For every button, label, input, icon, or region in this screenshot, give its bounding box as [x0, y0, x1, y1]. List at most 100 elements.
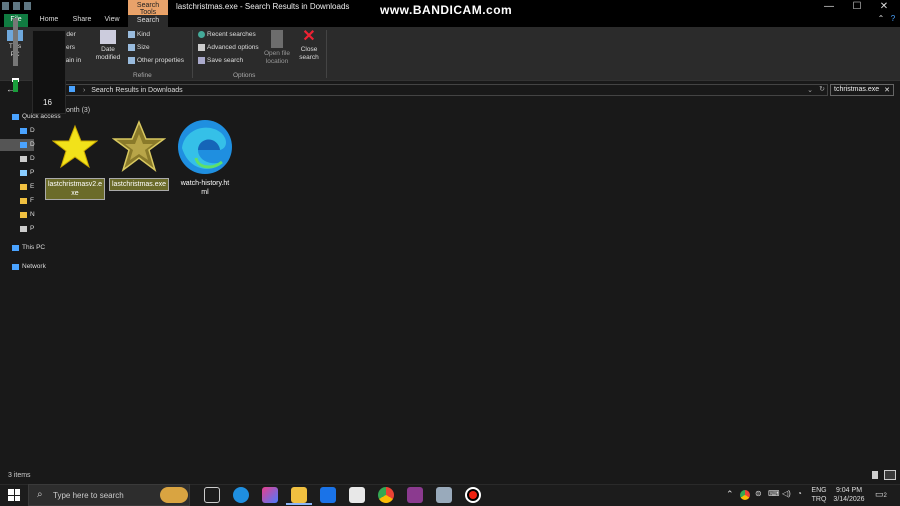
file-name: lastchristmas.exe	[108, 178, 170, 191]
star-icon	[12, 113, 19, 120]
folder-icon	[20, 197, 27, 204]
save-search-button[interactable]: Save search	[198, 57, 243, 64]
speaker-icon[interactable]: ◁)	[782, 489, 791, 498]
store-icon[interactable]	[349, 487, 365, 503]
maximize-button[interactable]: ☐	[850, 1, 864, 12]
chevron-down-icon[interactable]: ⌄	[807, 86, 813, 94]
volume-slider-fill	[13, 80, 18, 92]
kind-icon	[128, 31, 135, 38]
nav-item-downloads[interactable]: D	[20, 141, 35, 148]
app-icon	[2, 2, 9, 10]
new-folder-icon[interactable]	[24, 2, 31, 10]
input-tray-icon[interactable]: ⌨	[768, 489, 780, 498]
file-item[interactable]: watch-history.ht ml	[174, 118, 236, 198]
advanced-options-dropdown[interactable]: Advanced options	[198, 44, 259, 51]
ribbon-separator	[192, 30, 193, 78]
tab-share[interactable]: Share	[68, 14, 96, 27]
star-file-icon	[44, 118, 106, 176]
nav-item-folder[interactable]: N	[20, 211, 35, 218]
windows-start-icon[interactable]	[8, 489, 20, 501]
mail-icon[interactable]	[320, 487, 336, 503]
details-view-icon[interactable]	[872, 471, 878, 479]
document-icon	[20, 155, 27, 162]
search-results-icon	[69, 86, 75, 92]
file-name: lastchristmasv2.e xe	[44, 178, 106, 200]
active-app-indicator	[286, 503, 312, 505]
chrome-icon[interactable]	[378, 487, 394, 503]
language-indicator[interactable]: ENG TRQ	[810, 486, 828, 504]
file-item[interactable]: lastchristmas.exe	[108, 118, 170, 191]
search-input[interactable]: tchristmas.exe ✕	[830, 84, 894, 96]
size-icon	[128, 44, 135, 51]
options-group-label: Options	[233, 72, 256, 79]
nav-item-pictures[interactable]: P	[20, 169, 34, 176]
download-icon	[20, 141, 27, 148]
recent-searches-dropdown[interactable]: Recent searches	[198, 31, 256, 38]
nav-item-network[interactable]: Network	[12, 263, 46, 270]
file-explorer-icon[interactable]	[291, 487, 307, 503]
computer-icon	[12, 244, 19, 251]
refine-group-label: Refine	[133, 72, 152, 79]
clock[interactable]: 9:04 PM 3/14/2026	[832, 486, 866, 504]
search-icon: ⌕	[37, 489, 43, 500]
properties-icon	[128, 57, 135, 64]
task-view-icon[interactable]	[204, 487, 220, 503]
edge-icon[interactable]	[233, 487, 249, 503]
volume-level: 16	[43, 98, 52, 107]
desktop-icon	[20, 127, 27, 134]
group-header[interactable]: onth (3)	[66, 107, 90, 114]
refresh-icon[interactable]: ↻	[819, 85, 825, 93]
bandicam-record-icon[interactable]	[465, 487, 481, 503]
nav-item-folder[interactable]: F	[20, 197, 34, 204]
nav-item-folder[interactable]: E	[20, 183, 34, 190]
search-highlight-icon[interactable]	[160, 487, 188, 503]
tab-view[interactable]: View	[100, 14, 124, 27]
size-dropdown[interactable]: Size	[128, 44, 150, 51]
network-icon	[12, 263, 19, 270]
tab-home[interactable]: Home	[36, 14, 62, 27]
clear-search-icon[interactable]: ✕	[884, 86, 890, 94]
winrar-icon[interactable]	[407, 487, 423, 503]
folder-icon	[20, 183, 27, 190]
recent-searches-icon	[198, 31, 205, 38]
tray-chevron-up-icon[interactable]: ⌃	[726, 489, 734, 500]
help-icon[interactable]: ?	[886, 14, 900, 23]
window-title: lastchristmas.exe - Search Results in Do…	[176, 2, 350, 11]
close-search-icon: ✕	[302, 28, 316, 45]
copilot-icon[interactable]	[262, 487, 278, 503]
kind-dropdown[interactable]: Kind	[128, 31, 150, 38]
open-file-location-button[interactable]: Open file location	[262, 30, 292, 66]
date-modified-button[interactable]: Date modified	[92, 30, 124, 62]
picture-icon	[20, 169, 27, 176]
star-badge-file-icon	[108, 118, 170, 176]
breadcrumb-separator: ›	[82, 87, 86, 94]
notification-center-icon[interactable]: ▭2	[875, 489, 887, 500]
properties-icon[interactable]	[13, 2, 20, 10]
ribbon-separator	[326, 30, 327, 78]
address-bar[interactable]: › Search Results in Downloads ⌄ ↻	[64, 84, 828, 96]
app-icon[interactable]	[436, 487, 452, 503]
chrome-tray-icon[interactable]	[740, 490, 750, 500]
folder-icon	[20, 225, 27, 232]
quick-access-toolbar	[2, 2, 31, 10]
other-properties-dropdown[interactable]: Other properties	[128, 57, 184, 64]
large-icons-view-icon[interactable]	[884, 470, 896, 480]
record-dot-icon	[469, 491, 477, 499]
nav-item-this-pc[interactable]: This PC	[12, 244, 45, 251]
nav-item-desktop[interactable]: D	[20, 127, 35, 134]
status-bar	[0, 468, 900, 484]
edge-browser-icon	[174, 118, 236, 176]
file-item[interactable]: lastchristmasv2.e xe	[44, 118, 106, 200]
network-tray-icon[interactable]: ◔	[797, 489, 802, 498]
nav-item-documents[interactable]: D	[20, 155, 35, 162]
tab-search[interactable]: Search	[128, 14, 168, 27]
close-button[interactable]: ✕	[877, 1, 891, 12]
nav-item-folder[interactable]: P	[20, 225, 34, 232]
file-name: watch-history.ht ml	[180, 180, 230, 196]
close-search-button[interactable]: ✕ Close search	[296, 28, 322, 62]
vpn-tray-icon[interactable]: ⊜	[755, 489, 762, 498]
breadcrumb[interactable]: Search Results in Downloads	[91, 87, 182, 94]
volume-slider-track[interactable]	[13, 18, 18, 66]
minimize-button[interactable]: —	[822, 1, 836, 12]
folder-icon	[20, 211, 27, 218]
